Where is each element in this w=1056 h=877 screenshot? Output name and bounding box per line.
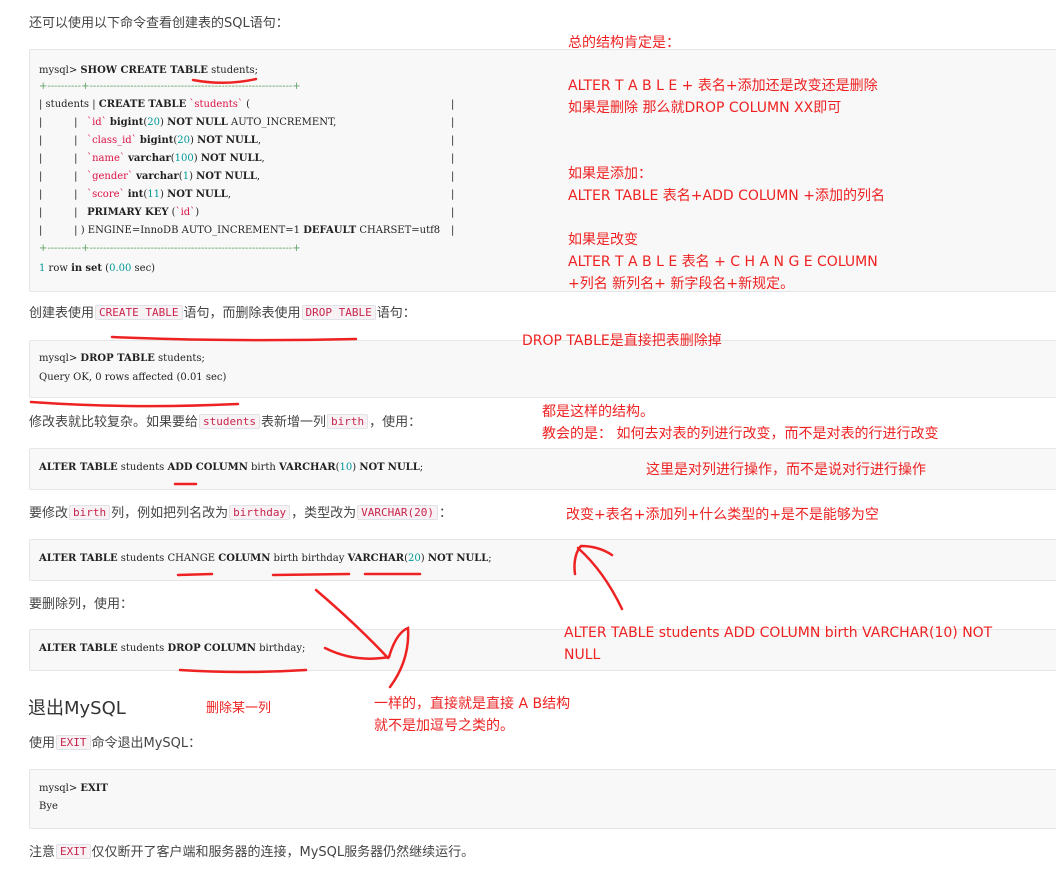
inline-code-varchar20: VARCHAR(20): [357, 505, 439, 520]
table-row: | | `id` bigint(20) NOT NULL AUTO_INCREM…: [39, 117, 455, 128]
annotation-ab-structure: 一样的，直接就是直接 A B结构: [374, 696, 571, 712]
exit-command: mysql> EXIT: [39, 783, 108, 794]
annotation-same-structure: 都是这样的结构。: [542, 404, 654, 420]
inline-code-students: students: [199, 414, 260, 429]
delete-column-text: 要删除列，使用：: [29, 597, 134, 612]
annotation-drop-column: 如果是删除 那么就DROP COLUMN XX即可: [568, 100, 842, 116]
table-row: | | ) ENGINE=InnoDB AUTO_INCREMENT=1 DEF…: [39, 225, 455, 236]
show-create-result: 1 row in set (0.00 sec): [39, 263, 156, 274]
drop-table-text: 创建表使用 CREATE TABLE 语句，而删除表使用 DROP TABLE 语句：: [29, 305, 416, 321]
change-column-code-block: ALTER TABLE students CHANGE COLUMN birth…: [29, 539, 1056, 581]
annotation-teaches: 教会的是： 如何去对表的列进行改变，而不是对表的行进行改变: [542, 426, 939, 442]
inline-code-exit: EXIT: [56, 735, 91, 750]
annotation-alter-structure: ALTER T A B L E + 表名+添加还是改变还是删除: [568, 78, 878, 94]
annotation-delete-column: 删除某一列: [206, 701, 272, 716]
document-page: 还可以使用以下命令查看创建表的SQL语句： mysql> SHOW CREATE…: [0, 0, 1056, 877]
table-row: | students | CREATE TABLE `students` (|: [39, 99, 455, 110]
modify-table-text: 修改表就比较复杂。如果要给 students 表新增一列 birth ，使用：: [29, 414, 422, 430]
inline-code-birth: birth: [327, 414, 369, 429]
exit-code-block: mysql> EXIT Bye: [29, 769, 1056, 829]
table-row: | | `score` int(11) NOT NULL, |: [39, 189, 455, 200]
inline-code-drop-table: DROP TABLE: [301, 305, 376, 320]
show-create-code-block: mysql> SHOW CREATE TABLE students; +----…: [29, 49, 1056, 292]
inline-code-birth-2: birth: [69, 505, 111, 520]
table-row: | | `gender` varchar(1) NOT NULL, |: [39, 171, 455, 182]
drop-table-result: Query OK, 0 rows affected (0.01 sec): [39, 372, 227, 383]
annotation-if-add: 如果是添加：: [568, 166, 652, 182]
annotation-structure-title: 总的结构肯定是：: [568, 35, 680, 51]
table-row: | | `name` varchar(100) NOT NULL, |: [39, 153, 455, 164]
inline-code-birthday: birthday: [229, 505, 291, 520]
annotation-no-comma: 就不是加逗号之类的。: [374, 718, 514, 734]
add-column-command: ALTER TABLE students ADD COLUMN birth VA…: [39, 462, 424, 473]
annotation-column-ops: 这里是对列进行操作，而不是说对行进行操作: [646, 462, 926, 478]
drop-table-command: mysql> DROP TABLE students;: [39, 353, 205, 364]
annotation-change-formula: 改变+表名+添加列+什么类型的+是不是能够为空: [566, 507, 879, 523]
annotation-add-column: ALTER TABLE 表名+ADD COLUMN +添加的列名: [568, 188, 885, 204]
change-column-command: ALTER TABLE students CHANGE COLUMN birth…: [39, 553, 492, 564]
table-border-top: +----------+----------------------------…: [39, 81, 301, 92]
table-border-bottom: +----------+----------------------------…: [39, 243, 301, 254]
annotation-alter-example-2: NULL: [564, 647, 601, 663]
exit-mysql-heading: 退出MySQL: [28, 698, 126, 719]
annotation-change-column: ALTER T A B L E 表名 + C H A N G E COLUMN: [568, 254, 878, 270]
exit-text: 使用 EXIT 命令退出MySQL：: [29, 735, 202, 751]
annotation-drop-table: DROP TABLE是直接把表删除掉: [522, 333, 722, 349]
drop-column-command: ALTER TABLE students DROP COLUMN birthda…: [39, 643, 306, 654]
underline-drop-table-block: [29, 400, 240, 408]
intro-text: 还可以使用以下命令查看创建表的SQL语句：: [29, 16, 289, 31]
change-column-text: 要修改 birth 列，例如把列名改为 birthday ，类型改为 VARCHAR(20…: [29, 505, 453, 521]
inline-code-exit-2: EXIT: [56, 844, 91, 859]
inline-code-create-table: CREATE TABLE: [95, 305, 183, 320]
annotation-alter-example-1: ALTER TABLE students ADD COLUMN birth VA…: [564, 625, 993, 641]
exit-result: Bye: [39, 801, 58, 812]
table-row: | | PRIMARY KEY (`id`) |: [39, 207, 455, 218]
annotation-if-change: 如果是改变: [568, 232, 638, 248]
annotation-change-detail: +列名 新列名+ 新字段名+新规定。: [568, 276, 795, 292]
table-row: | | `class_id` bigint(20) NOT NULL, |: [39, 135, 455, 146]
note-text: 注意 EXIT 仅仅断开了客户端和服务器的连接，MySQL服务器仍然继续运行。: [29, 844, 475, 860]
